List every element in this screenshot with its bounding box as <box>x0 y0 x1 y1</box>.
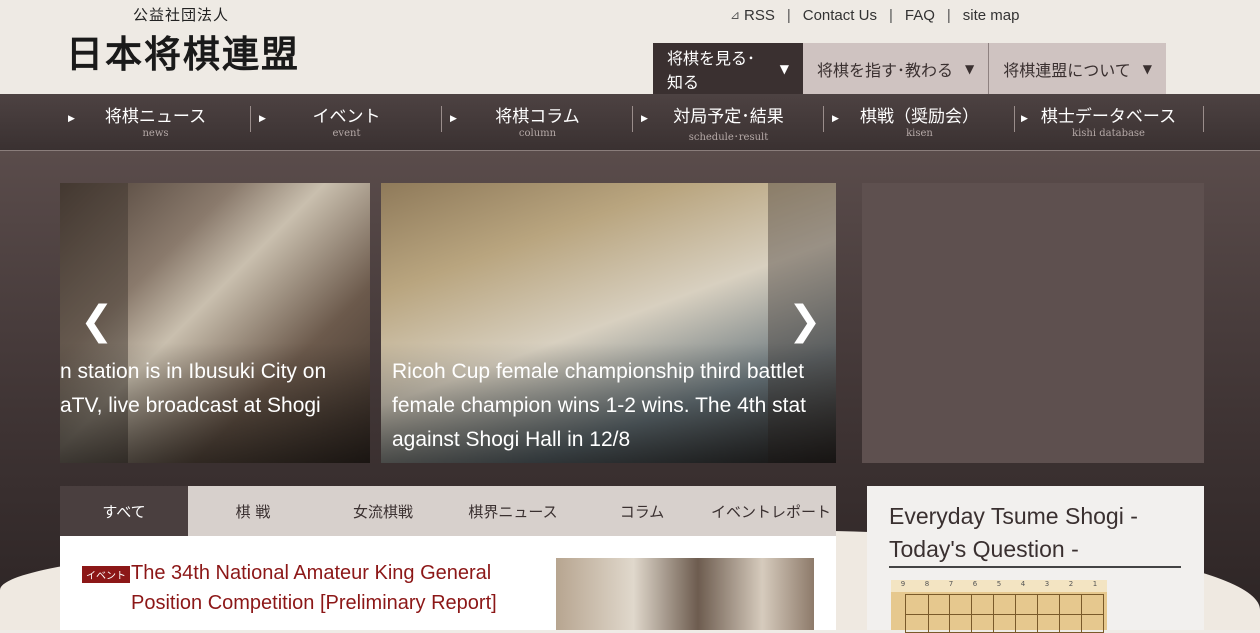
board-cell <box>971 613 994 633</box>
nav-about[interactable]: 将棋連盟について ▼ <box>989 43 1167 94</box>
board-cell <box>905 613 929 633</box>
tab-kisen[interactable]: 棋 戦 <box>188 486 318 536</box>
board-cell <box>971 594 994 615</box>
tsume-shogi-panel: Everyday Tsume Shogi - Today's Question … <box>867 486 1204 633</box>
shogi-board[interactable]: 9 8 7 6 5 4 3 2 1 <box>891 580 1107 633</box>
faq-link[interactable]: FAQ <box>905 7 935 24</box>
rss-link[interactable]: RSS <box>744 7 775 24</box>
board-cell <box>949 594 972 615</box>
board-cell <box>927 594 950 615</box>
board-cell <box>1059 594 1082 615</box>
rss-icon[interactable]: ⊿ <box>730 9 741 21</box>
board-column-numbers: 9 8 7 6 5 4 3 2 1 <box>891 580 1107 592</box>
board-cell <box>1037 594 1060 615</box>
subnav-column[interactable]: ▶ 将棋コラム column <box>442 94 633 150</box>
sub-nav: ▶ 将棋ニュース news ▶ イベント event ▶ 将棋コラム colum… <box>0 94 1260 151</box>
tab-column[interactable]: コラム <box>578 486 706 536</box>
org-type-label: 公益社団法人 <box>133 6 230 24</box>
play-arrow-icon: ▶ <box>832 114 839 124</box>
subnav-event[interactable]: ▶ イベント event <box>251 94 442 150</box>
play-arrow-icon: ▶ <box>68 114 75 124</box>
board-cell <box>1015 594 1038 615</box>
play-arrow-icon: ▶ <box>259 114 266 124</box>
board-cell <box>1081 613 1104 633</box>
slider-prev-button[interactable]: ❮ <box>80 298 114 344</box>
play-arrow-icon: ▶ <box>641 114 648 124</box>
tab-women[interactable]: 女流棋戦 <box>318 486 448 536</box>
board-cell <box>949 613 972 633</box>
subnav-database[interactable]: ▶ 棋士データベース kishi database <box>1013 94 1204 150</box>
subnav-news[interactable]: ▶ 将棋ニュース news <box>60 94 251 150</box>
board-cell <box>1081 594 1104 615</box>
site-header: 公益社団法人 日本将棋連盟 ⊿ RSS | Contact Us | FAQ |… <box>0 0 1260 94</box>
tab-news[interactable]: 棋界ニュース <box>448 486 578 536</box>
chevron-down-icon: ▼ <box>779 61 789 76</box>
play-arrow-icon: ▶ <box>1021 114 1028 124</box>
chevron-down-icon: ▼ <box>965 61 975 76</box>
board-cell <box>993 613 1016 633</box>
slide-caption: n station is in Ibusuki City on aTV, liv… <box>60 360 327 417</box>
side-banner <box>862 183 1204 463</box>
board-cell <box>1015 613 1038 633</box>
board-cell <box>927 613 950 633</box>
play-arrow-icon: ▶ <box>450 114 457 124</box>
board-cell <box>905 594 929 615</box>
news-headline-link[interactable]: The 34th National Amateur King General P… <box>131 558 551 618</box>
subnav-schedule[interactable]: ▶ 対局予定･結果 schedule･result <box>633 94 824 150</box>
site-logo[interactable]: 日本将棋連盟 <box>66 24 300 78</box>
nav-watch-learn[interactable]: 将棋を見る･知る ▼ <box>653 43 803 94</box>
top-links: ⊿ RSS | Contact Us | FAQ | site map <box>730 7 1020 24</box>
news-thumbnail[interactable] <box>556 558 814 630</box>
news-panel: すべて 棋 戦 女流棋戦 棋界ニュース コラム イベントレポート イベント Th… <box>60 486 836 630</box>
nav-play-learn[interactable]: 将棋を指す･教わる ▼ <box>803 43 990 94</box>
contact-link[interactable]: Contact Us <box>803 7 877 24</box>
main-nav: 将棋を見る･知る ▼ 将棋を指す･教わる ▼ 将棋連盟について ▼ <box>653 43 1167 94</box>
slider-next-button[interactable]: ❯ <box>788 298 822 344</box>
board-cell <box>993 594 1016 615</box>
board-cell <box>1037 613 1060 633</box>
category-badge: イベント <box>82 566 130 583</box>
slide-center[interactable]: Ricoh Cup female championship third batt… <box>381 183 836 463</box>
sitemap-link[interactable]: site map <box>963 7 1020 24</box>
news-tabs: すべて 棋 戦 女流棋戦 棋界ニュース コラム イベントレポート <box>60 486 836 536</box>
tab-event-report[interactable]: イベントレポート <box>706 486 836 536</box>
tab-all[interactable]: すべて <box>60 486 188 536</box>
tsume-title[interactable]: Everyday Tsume Shogi - Today's Question … <box>889 500 1189 566</box>
chevron-down-icon: ▼ <box>1142 61 1153 76</box>
board-cell <box>1059 613 1082 633</box>
subnav-kisen[interactable]: ▶ 棋戦（奨励会） kisen <box>824 94 1015 150</box>
slide-caption: Ricoh Cup female championship third batt… <box>392 360 806 451</box>
